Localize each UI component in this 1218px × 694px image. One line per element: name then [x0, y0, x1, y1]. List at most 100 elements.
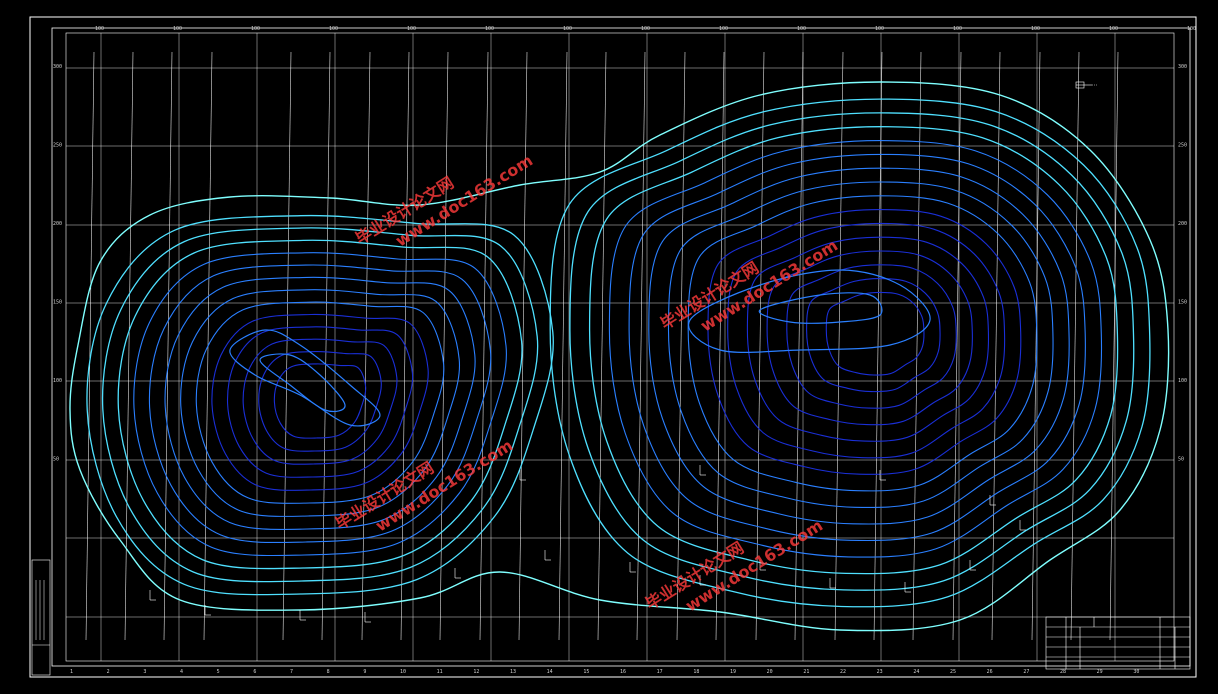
tick-label: 24 — [913, 669, 919, 675]
tick-label: 100 — [641, 26, 650, 32]
tick-label: 100 — [953, 26, 962, 32]
grid-horizontal-lines — [66, 67, 1174, 618]
contour-line — [226, 326, 414, 478]
side-strip — [31, 559, 51, 676]
left-tick-labels: 300 250 200 150 100 50 — [53, 64, 62, 463]
tick-label: 2 — [107, 669, 110, 675]
section-line — [282, 51, 292, 641]
tick-label: 200 — [53, 221, 62, 227]
legend-mark — [1075, 81, 1098, 89]
tick-label: 50 — [1178, 457, 1184, 463]
contour-line — [569, 112, 1135, 591]
tick-label: 28 — [1060, 669, 1066, 675]
tick-label: 17 — [657, 669, 663, 675]
tick-label: 300 — [1178, 64, 1187, 70]
side-strip-lines — [32, 580, 50, 646]
tick-label: 5 — [217, 669, 220, 675]
section-line — [479, 51, 489, 641]
section-line — [321, 51, 331, 641]
tick-label: 29 — [1097, 669, 1103, 675]
contour-peak — [229, 329, 381, 427]
section-line — [1031, 51, 1041, 641]
contour-line — [242, 338, 398, 465]
tick-label: 18 — [693, 669, 699, 675]
tick-label: 100 — [563, 26, 572, 32]
contour-line — [707, 209, 1022, 475]
tick-label: 30 — [1133, 669, 1139, 675]
grid-vertical-lines — [100, 33, 1116, 661]
tick-label: 100 — [1178, 378, 1187, 384]
section-line — [912, 51, 922, 641]
tick-label: 100 — [1187, 26, 1196, 32]
tick-label: 14 — [547, 669, 553, 675]
tick-label: 6 — [253, 669, 256, 675]
section-line — [636, 51, 646, 641]
tick-label: 10 — [400, 669, 406, 675]
tick-label: 50 — [53, 457, 59, 463]
tick-label: 8 — [327, 669, 330, 675]
tick-label: 19 — [730, 669, 736, 675]
tick-label: 22 — [840, 669, 846, 675]
bottom-tick-labels: 1 2 3 4 5 6 7 8 9 10 11 12 13 14 15 16 17 18 19 20 21 22 23 24 2… — [70, 669, 1139, 675]
tick-label: 100 — [1109, 26, 1118, 32]
tick-label: 20 — [767, 669, 773, 675]
contour-line — [687, 195, 1038, 492]
tick-label: 250 — [1178, 143, 1187, 149]
tick-label: 100 — [329, 26, 338, 32]
tick-label: 4 — [180, 669, 183, 675]
tick-label: 21 — [803, 669, 809, 675]
tick-label: 150 — [53, 300, 62, 306]
tick-label: 15 — [583, 669, 589, 675]
section-line — [558, 51, 568, 641]
section-line — [1070, 51, 1080, 641]
contour-line — [628, 153, 1086, 542]
contour-map-drawing: 1 2 3 4 5 6 7 8 9 10 11 12 13 14 15 16 17 18 19 20 21 22 23 24 2… — [29, 16, 1197, 678]
tick-label: 11 — [437, 669, 443, 675]
tick-label: 150 — [1178, 300, 1187, 306]
tick-label: 100 — [1031, 26, 1040, 32]
tick-label: 100 — [875, 26, 884, 32]
drawing-frame — [51, 27, 1191, 667]
section-line — [952, 51, 962, 641]
tick-label: 250 — [53, 143, 62, 149]
contour-line — [648, 167, 1070, 525]
contour-line — [825, 291, 925, 376]
tick-label: 100 — [797, 26, 806, 32]
tick-label: 200 — [1178, 221, 1187, 227]
tick-label: 27 — [1023, 669, 1029, 675]
tick-label: 100 — [95, 26, 104, 32]
tick-label: 3 — [143, 669, 146, 675]
tick-label: 25 — [950, 669, 956, 675]
slope-hatch-marks — [149, 465, 1026, 623]
contour-line — [549, 98, 1151, 608]
section-line — [518, 51, 528, 641]
tick-label: 9 — [363, 669, 366, 675]
contour-lines — [69, 81, 1170, 632]
section-line — [163, 51, 173, 641]
tick-label: 100 — [173, 26, 182, 32]
tick-label: 100 — [719, 26, 728, 32]
contour-line — [727, 222, 1006, 459]
tick-label: 300 — [53, 64, 62, 70]
contour-peak — [259, 353, 346, 413]
section-line — [1109, 51, 1119, 641]
section-line — [597, 51, 607, 641]
tick-label: 100 — [485, 26, 494, 32]
right-tick-labels: 300 250 200 150 100 50 — [1178, 64, 1187, 463]
tick-label: 7 — [290, 669, 293, 675]
section-line — [676, 51, 686, 641]
tick-label: 26 — [987, 669, 993, 675]
contour-peak — [758, 292, 883, 324]
tick-label: 23 — [877, 669, 883, 675]
contour-line — [133, 252, 507, 557]
top-tick-labels: 100 100 100 100 100 100 100 100 100 100 100 100 100 1… — [95, 26, 1196, 32]
tick-label: 100 — [407, 26, 416, 32]
section-lines — [85, 51, 1119, 641]
tick-label: 100 — [251, 26, 260, 32]
tick-label: 12 — [473, 669, 479, 675]
tick-label: 100 — [53, 378, 62, 384]
tick-label: 1 — [70, 669, 73, 675]
tick-label: 13 — [510, 669, 516, 675]
section-line — [834, 51, 844, 641]
section-line — [439, 51, 449, 641]
